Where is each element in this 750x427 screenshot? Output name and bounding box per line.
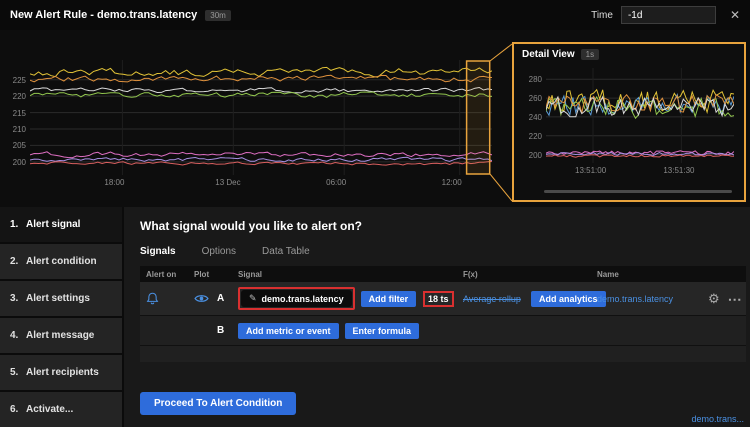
step-label: Alert condition xyxy=(26,256,97,267)
rollup-cell: Average rollup xyxy=(457,294,525,304)
step-label: Activate... xyxy=(26,404,73,415)
step-label: Alert signal xyxy=(26,219,80,230)
ts-count-cell: 18 ts xyxy=(417,291,457,307)
signal-row-a: A ✎ demo.trans.latency Add filter 18 ts xyxy=(140,282,746,316)
step-number: 6. xyxy=(10,404,26,415)
col-header-plot: Plot xyxy=(188,270,232,279)
y-axis-tick-label: 220 xyxy=(3,92,26,101)
signal-row-b: B Add metric or event Enter formula xyxy=(140,316,746,346)
alert-signal-panel: What signal would you like to alert on? … xyxy=(124,207,750,427)
detail-scrollbar[interactable] xyxy=(544,190,732,193)
step-label: Alert recipients xyxy=(26,367,99,378)
row-actions-cell: ⚙ ⋯ xyxy=(702,292,746,306)
detail-view-panel: Detail View 1s 20022024026028013:51:0013… xyxy=(512,42,746,202)
eye-icon[interactable] xyxy=(194,293,209,304)
y-axis-tick-label: 225 xyxy=(3,76,26,85)
step-number: 2. xyxy=(10,256,26,267)
detail-chart: 20022024026028013:51:0013:51:30 xyxy=(546,68,734,163)
step-number: 5. xyxy=(10,367,26,378)
step-number: 4. xyxy=(10,330,26,341)
signal-name-link[interactable]: demo.trans.latency xyxy=(597,294,673,304)
close-icon[interactable]: ✕ xyxy=(730,8,740,22)
plot-cell-b: B xyxy=(188,325,232,336)
y-axis-tick-label: 215 xyxy=(3,109,26,118)
step-label: Alert message xyxy=(26,330,94,341)
step-label: Alert settings xyxy=(26,293,90,304)
time-label: Time xyxy=(591,10,613,21)
analytics-cell: Add analytics xyxy=(525,291,591,307)
step-number: 3. xyxy=(10,293,26,304)
gear-icon[interactable]: ⚙ xyxy=(708,292,720,305)
signal-cell: ✎ demo.trans.latency Add filter xyxy=(232,287,417,310)
add-metric-or-event-button[interactable]: Add metric or event xyxy=(238,323,339,339)
signal-metric-pill[interactable]: ✎ demo.trans.latency xyxy=(241,290,352,307)
enter-formula-button[interactable]: Enter formula xyxy=(345,323,420,339)
y-axis-tick-label: 200 xyxy=(3,158,26,167)
y-axis-tick-label: 205 xyxy=(3,141,26,150)
col-header-name: Name xyxy=(591,270,702,279)
step-number: 1. xyxy=(10,219,26,230)
x-axis-tick-label: 13:51:30 xyxy=(663,166,694,175)
col-header-alert-on: Alert on xyxy=(140,270,188,279)
tab-signals[interactable]: Signals xyxy=(140,246,176,260)
time-range-input[interactable] xyxy=(621,6,716,24)
col-header-fx: F(x) xyxy=(457,270,525,279)
name-cell: demo.trans.latency xyxy=(591,294,702,304)
alert-on-cell xyxy=(140,291,188,306)
sidebar-item-alert-condition[interactable]: 2. Alert condition xyxy=(0,244,122,279)
col-header-signal: Signal xyxy=(232,270,417,279)
y-axis-tick-label: 220 xyxy=(519,132,542,141)
more-options-icon[interactable]: ⋯ xyxy=(728,292,742,306)
y-axis-tick-label: 280 xyxy=(519,75,542,84)
y-axis-tick-label: 210 xyxy=(3,125,26,134)
plot-letter-b: B xyxy=(217,325,224,336)
plot-cell: A xyxy=(188,293,232,304)
signal-tabs: Signals Options Data Table xyxy=(140,246,750,260)
detail-selection-band xyxy=(467,61,490,174)
tab-data-table[interactable]: Data Table xyxy=(262,246,310,260)
tab-options[interactable]: Options xyxy=(202,246,236,260)
resolution-badge: 1s xyxy=(581,49,599,60)
annotation-box-ts-count: 18 ts xyxy=(423,291,454,307)
annotation-box-signal: ✎ demo.trans.latency xyxy=(238,287,355,310)
ts-count: 18 ts xyxy=(428,294,449,304)
rollup-link[interactable]: Average rollup xyxy=(463,294,521,304)
x-axis-tick-label: 13 Dec xyxy=(215,178,240,187)
y-axis-tick-label: 260 xyxy=(519,94,542,103)
signal-table: Alert on Plot Signal F(x) Name xyxy=(140,266,746,362)
footer-metric-link[interactable]: demo.trans... xyxy=(691,414,744,424)
x-axis-tick-label: 06:00 xyxy=(326,178,346,187)
bell-icon[interactable] xyxy=(146,291,159,306)
page-title: New Alert Rule - demo.trans.latency xyxy=(10,9,197,21)
main-preview-chart: 20020521021522022518:0013 Dec06:0012:00 xyxy=(30,60,492,175)
x-axis-tick-label: 13:51:00 xyxy=(575,166,606,175)
chart-section: 20020521021522022518:0013 Dec06:0012:00 … xyxy=(0,30,750,207)
signal-table-header: Alert on Plot Signal F(x) Name xyxy=(140,266,746,282)
sidebar-item-alert-message[interactable]: 4. Alert message xyxy=(0,318,122,353)
sidebar-item-alert-settings[interactable]: 3. Alert settings xyxy=(0,281,122,316)
edit-pencil-icon: ✎ xyxy=(249,293,257,304)
plot-letter-a: A xyxy=(217,293,224,304)
x-axis-tick-label: 18:00 xyxy=(104,178,124,187)
add-filter-button[interactable]: Add filter xyxy=(361,291,417,307)
detail-view-header: Detail View 1s xyxy=(522,49,736,60)
proceed-to-alert-condition-button[interactable]: Proceed To Alert Condition xyxy=(140,392,296,415)
sidebar-item-alert-signal[interactable]: 1. Alert signal xyxy=(0,207,122,242)
panel-question: What signal would you like to alert on? xyxy=(140,219,750,233)
y-axis-tick-label: 240 xyxy=(519,113,542,122)
detail-view-title: Detail View xyxy=(522,49,575,60)
signal-metric-name: demo.trans.latency xyxy=(262,294,344,304)
signal-cell-b: Add metric or event Enter formula xyxy=(232,323,525,339)
top-bar: New Alert Rule - demo.trans.latency 30m … xyxy=(0,0,750,30)
duration-badge: 30m xyxy=(205,10,231,21)
table-tail xyxy=(140,346,746,362)
sidebar-item-activate[interactable]: 6. Activate... xyxy=(0,392,122,427)
bottom-section: 1. Alert signal 2. Alert condition 3. Al… xyxy=(0,207,750,427)
detail-chart-plot xyxy=(546,68,734,163)
sidebar-item-alert-recipients[interactable]: 5. Alert recipients xyxy=(0,355,122,390)
main-chart-plot[interactable] xyxy=(30,60,492,175)
wizard-steps-sidebar: 1. Alert signal 2. Alert condition 3. Al… xyxy=(0,207,122,427)
x-axis-tick-label: 12:00 xyxy=(442,178,462,187)
y-axis-tick-label: 200 xyxy=(519,151,542,160)
